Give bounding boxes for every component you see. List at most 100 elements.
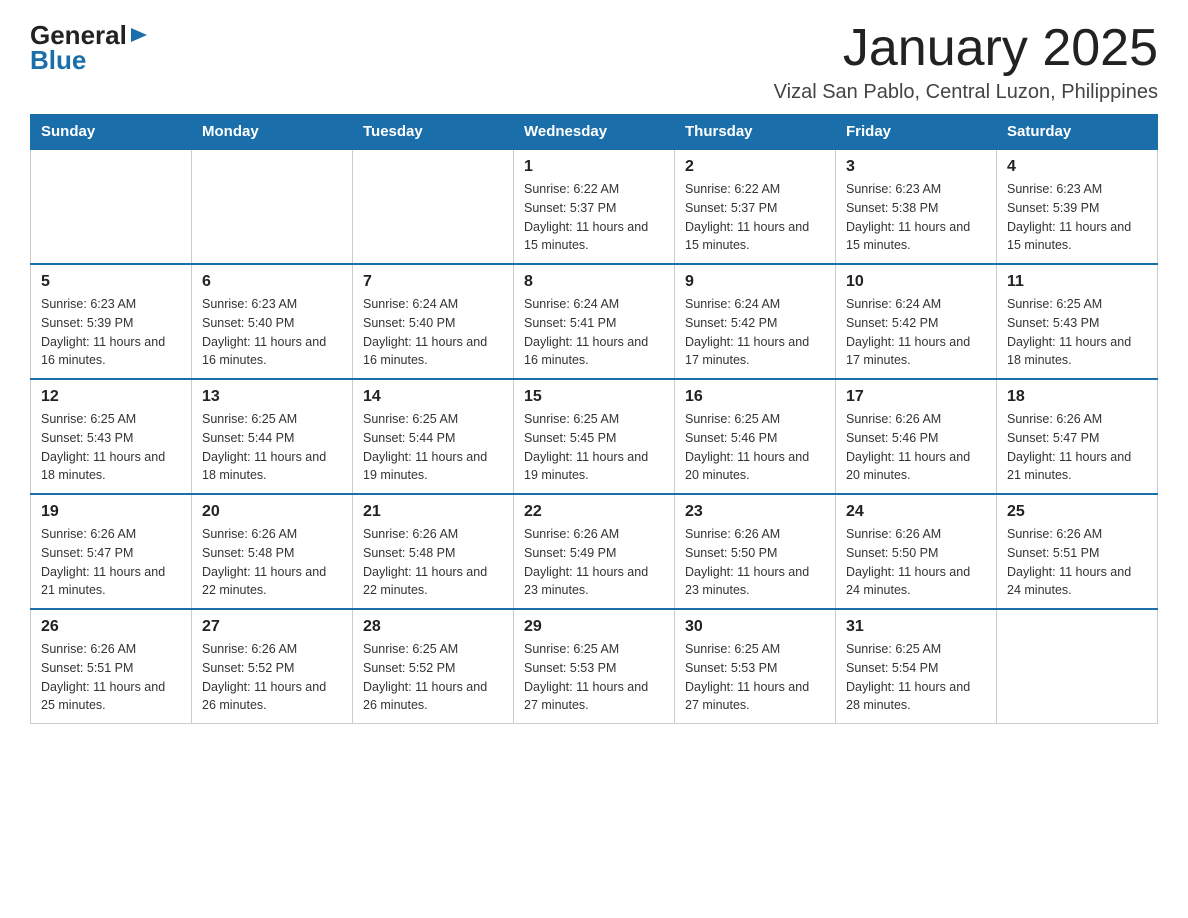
day-number: 28	[363, 618, 503, 636]
day-number: 7	[363, 273, 503, 291]
day-info: Sunrise: 6:24 AMSunset: 5:42 PMDaylight:…	[685, 295, 825, 370]
calendar-week-row: 19 Sunrise: 6:26 AMSunset: 5:47 PMDayligh…	[31, 494, 1158, 609]
day-info: Sunrise: 6:26 AMSunset: 5:51 PMDaylight:…	[1007, 525, 1147, 600]
day-number: 30	[685, 618, 825, 636]
calendar-day-23: 23 Sunrise: 6:26 AMSunset: 5:50 PMDayligh…	[675, 494, 836, 609]
calendar-day-20: 20 Sunrise: 6:26 AMSunset: 5:48 PMDayligh…	[192, 494, 353, 609]
day-number: 2	[685, 158, 825, 176]
calendar-day-19: 19 Sunrise: 6:26 AMSunset: 5:47 PMDayligh…	[31, 494, 192, 609]
location-subtitle: Vizal San Pablo, Central Luzon, Philippi…	[774, 81, 1158, 104]
day-info: Sunrise: 6:25 AMSunset: 5:43 PMDaylight:…	[41, 410, 181, 485]
day-number: 29	[524, 618, 664, 636]
day-number: 23	[685, 503, 825, 521]
day-info: Sunrise: 6:25 AMSunset: 5:45 PMDaylight:…	[524, 410, 664, 485]
day-info: Sunrise: 6:22 AMSunset: 5:37 PMDaylight:…	[524, 180, 664, 255]
calendar-header-saturday: Saturday	[997, 115, 1158, 150]
day-number: 25	[1007, 503, 1147, 521]
calendar-day-empty	[192, 149, 353, 264]
day-number: 10	[846, 273, 986, 291]
calendar-header-monday: Monday	[192, 115, 353, 150]
day-info: Sunrise: 6:25 AMSunset: 5:44 PMDaylight:…	[202, 410, 342, 485]
day-info: Sunrise: 6:26 AMSunset: 5:51 PMDaylight:…	[41, 640, 181, 715]
calendar-day-empty	[31, 149, 192, 264]
calendar-day-21: 21 Sunrise: 6:26 AMSunset: 5:48 PMDayligh…	[353, 494, 514, 609]
title-area: January 2025 Vizal San Pablo, Central Lu…	[774, 20, 1158, 104]
day-number: 24	[846, 503, 986, 521]
day-info: Sunrise: 6:26 AMSunset: 5:48 PMDaylight:…	[363, 525, 503, 600]
day-number: 17	[846, 388, 986, 406]
day-number: 21	[363, 503, 503, 521]
calendar-day-10: 10 Sunrise: 6:24 AMSunset: 5:42 PMDayligh…	[836, 264, 997, 379]
day-number: 11	[1007, 273, 1147, 291]
day-info: Sunrise: 6:26 AMSunset: 5:52 PMDaylight:…	[202, 640, 342, 715]
logo-blue: Blue	[30, 45, 86, 76]
calendar-day-30: 30 Sunrise: 6:25 AMSunset: 5:53 PMDayligh…	[675, 609, 836, 724]
calendar-day-22: 22 Sunrise: 6:26 AMSunset: 5:49 PMDayligh…	[514, 494, 675, 609]
calendar-day-12: 12Sunrise: 6:25 AMSunset: 5:43 PMDayligh…	[31, 379, 192, 494]
day-number: 19	[41, 503, 181, 521]
day-info: Sunrise: 6:24 AMSunset: 5:40 PMDaylight:…	[363, 295, 503, 370]
day-info: Sunrise: 6:26 AMSunset: 5:50 PMDaylight:…	[685, 525, 825, 600]
calendar-day-18: 18 Sunrise: 6:26 AMSunset: 5:47 PMDayligh…	[997, 379, 1158, 494]
calendar-day-25: 25 Sunrise: 6:26 AMSunset: 5:51 PMDayligh…	[997, 494, 1158, 609]
month-title: January 2025	[774, 20, 1158, 77]
calendar-header-tuesday: Tuesday	[353, 115, 514, 150]
logo: General Blue	[30, 20, 151, 76]
calendar-day-14: 14Sunrise: 6:25 AMSunset: 5:44 PMDayligh…	[353, 379, 514, 494]
calendar-week-row: 26 Sunrise: 6:26 AMSunset: 5:51 PMDayligh…	[31, 609, 1158, 724]
day-info: Sunrise: 6:26 AMSunset: 5:49 PMDaylight:…	[524, 525, 664, 600]
day-number: 20	[202, 503, 342, 521]
day-number: 4	[1007, 158, 1147, 176]
calendar-day-1: 1Sunrise: 6:22 AMSunset: 5:37 PMDaylight…	[514, 149, 675, 264]
day-number: 16	[685, 388, 825, 406]
calendar-day-15: 15 Sunrise: 6:25 AMSunset: 5:45 PMDayligh…	[514, 379, 675, 494]
calendar-day-6: 6 Sunrise: 6:23 AMSunset: 5:40 PMDaylight…	[192, 264, 353, 379]
day-number: 15	[524, 388, 664, 406]
day-number: 14	[363, 388, 503, 406]
day-number: 18	[1007, 388, 1147, 406]
calendar-day-13: 13Sunrise: 6:25 AMSunset: 5:44 PMDayligh…	[192, 379, 353, 494]
calendar-day-16: 16Sunrise: 6:25 AMSunset: 5:46 PMDayligh…	[675, 379, 836, 494]
day-info: Sunrise: 6:25 AMSunset: 5:43 PMDaylight:…	[1007, 295, 1147, 370]
day-number: 31	[846, 618, 986, 636]
day-info: Sunrise: 6:26 AMSunset: 5:46 PMDaylight:…	[846, 410, 986, 485]
calendar-table: SundayMondayTuesdayWednesdayThursdayFrid…	[30, 114, 1158, 724]
day-info: Sunrise: 6:24 AMSunset: 5:42 PMDaylight:…	[846, 295, 986, 370]
day-info: Sunrise: 6:23 AMSunset: 5:38 PMDaylight:…	[846, 180, 986, 255]
day-info: Sunrise: 6:25 AMSunset: 5:53 PMDaylight:…	[685, 640, 825, 715]
day-info: Sunrise: 6:25 AMSunset: 5:53 PMDaylight:…	[524, 640, 664, 715]
day-number: 22	[524, 503, 664, 521]
day-info: Sunrise: 6:24 AMSunset: 5:41 PMDaylight:…	[524, 295, 664, 370]
calendar-day-8: 8Sunrise: 6:24 AMSunset: 5:41 PMDaylight…	[514, 264, 675, 379]
calendar-day-26: 26 Sunrise: 6:26 AMSunset: 5:51 PMDayligh…	[31, 609, 192, 724]
calendar-header-sunday: Sunday	[31, 115, 192, 150]
logo-icon	[129, 24, 151, 46]
day-number: 9	[685, 273, 825, 291]
calendar-header-friday: Friday	[836, 115, 997, 150]
calendar-day-5: 5Sunrise: 6:23 AMSunset: 5:39 PMDaylight…	[31, 264, 192, 379]
calendar-header-wednesday: Wednesday	[514, 115, 675, 150]
day-info: Sunrise: 6:26 AMSunset: 5:50 PMDaylight:…	[846, 525, 986, 600]
calendar-day-empty	[353, 149, 514, 264]
calendar-week-row: 5Sunrise: 6:23 AMSunset: 5:39 PMDaylight…	[31, 264, 1158, 379]
day-info: Sunrise: 6:22 AMSunset: 5:37 PMDaylight:…	[685, 180, 825, 255]
day-info: Sunrise: 6:25 AMSunset: 5:54 PMDaylight:…	[846, 640, 986, 715]
calendar-day-28: 28Sunrise: 6:25 AMSunset: 5:52 PMDayligh…	[353, 609, 514, 724]
day-number: 26	[41, 618, 181, 636]
calendar-header-row: SundayMondayTuesdayWednesdayThursdayFrid…	[31, 115, 1158, 150]
page-header: General Blue January 2025 Vizal San Pabl…	[30, 20, 1158, 104]
day-info: Sunrise: 6:23 AMSunset: 5:39 PMDaylight:…	[1007, 180, 1147, 255]
day-info: Sunrise: 6:26 AMSunset: 5:47 PMDaylight:…	[41, 525, 181, 600]
calendar-day-2: 2 Sunrise: 6:22 AMSunset: 5:37 PMDaylight…	[675, 149, 836, 264]
calendar-week-row: 12Sunrise: 6:25 AMSunset: 5:43 PMDayligh…	[31, 379, 1158, 494]
calendar-day-4: 4 Sunrise: 6:23 AMSunset: 5:39 PMDaylight…	[997, 149, 1158, 264]
calendar-day-7: 7 Sunrise: 6:24 AMSunset: 5:40 PMDaylight…	[353, 264, 514, 379]
day-info: Sunrise: 6:23 AMSunset: 5:40 PMDaylight:…	[202, 295, 342, 370]
calendar-day-9: 9 Sunrise: 6:24 AMSunset: 5:42 PMDaylight…	[675, 264, 836, 379]
calendar-day-29: 29 Sunrise: 6:25 AMSunset: 5:53 PMDayligh…	[514, 609, 675, 724]
day-info: Sunrise: 6:23 AMSunset: 5:39 PMDaylight:…	[41, 295, 181, 370]
day-info: Sunrise: 6:26 AMSunset: 5:47 PMDaylight:…	[1007, 410, 1147, 485]
day-number: 6	[202, 273, 342, 291]
calendar-week-row: 1Sunrise: 6:22 AMSunset: 5:37 PMDaylight…	[31, 149, 1158, 264]
day-info: Sunrise: 6:26 AMSunset: 5:48 PMDaylight:…	[202, 525, 342, 600]
